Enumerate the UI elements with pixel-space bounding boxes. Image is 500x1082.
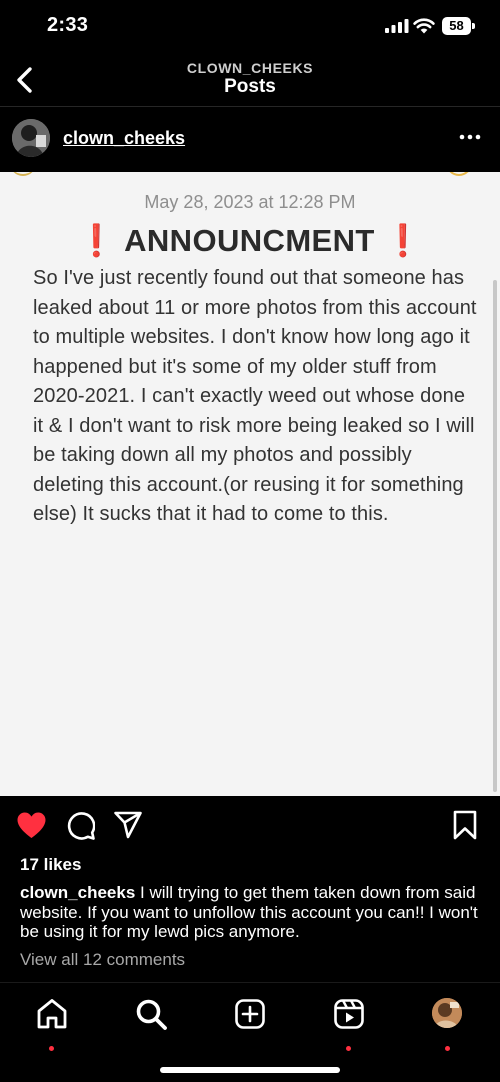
search-icon	[136, 999, 167, 1030]
tab-reels[interactable]	[332, 997, 366, 1051]
create-icon	[235, 999, 265, 1029]
announcement-title: ❗ ANNOUNCMENT ❗	[0, 222, 500, 259]
avatar-photo	[12, 119, 50, 157]
avatar[interactable]	[12, 119, 50, 157]
battery-level: 58	[442, 17, 471, 35]
exclamation-icon: ❗	[383, 223, 423, 258]
bottom-tab-bar	[0, 982, 500, 1082]
more-horizontal-icon	[459, 134, 481, 140]
reels-icon	[334, 999, 364, 1029]
header-username: CLOWN_CHEEKS	[186, 60, 314, 76]
battery-icon: 58	[442, 17, 476, 35]
home-indicator	[160, 1067, 340, 1073]
save-button[interactable]	[453, 810, 477, 840]
decorative-arc	[10, 172, 36, 176]
battery-tip	[472, 23, 475, 29]
reels-notification-dot	[346, 1046, 351, 1051]
post-image-date: May 28, 2023 at 12:28 PM	[144, 192, 356, 212]
home-notification-dot	[49, 1046, 54, 1051]
view-comments-link[interactable]: View all 12 comments	[20, 950, 185, 970]
heart-filled-icon	[17, 812, 46, 838]
tab-search[interactable]	[134, 997, 168, 1031]
header-divider	[0, 106, 500, 107]
comment-button[interactable]	[66, 811, 95, 840]
send-icon	[114, 811, 142, 839]
tab-home[interactable]	[35, 997, 69, 1051]
post-username[interactable]: clown_cheeks	[63, 128, 185, 149]
profile-avatar	[432, 998, 462, 1028]
exclamation-icon: ❗	[77, 223, 117, 258]
wifi-icon	[413, 18, 435, 34]
announcement-body: So I've just recently found out that som…	[33, 267, 477, 525]
image-scroll-indicator	[493, 280, 497, 792]
announcement-title-text: ANNOUNCMENT	[124, 223, 375, 258]
post-caption: clown_cheeks I will trying to get them t…	[20, 883, 485, 942]
cellular-signal-icon	[385, 19, 409, 33]
share-button[interactable]	[114, 811, 142, 839]
home-icon	[37, 999, 67, 1029]
post-image[interactable]: May 28, 2023 at 12:28 PM ❗ ANNOUNCMENT ❗…	[0, 172, 500, 796]
caption-username[interactable]: clown_cheeks	[20, 883, 135, 902]
decorative-emoji-edge	[446, 172, 472, 176]
status-time: 2:33	[47, 14, 89, 36]
comment-icon	[67, 812, 95, 840]
tab-create[interactable]	[233, 997, 267, 1031]
more-options-button[interactable]	[452, 127, 488, 147]
profile-notification-dot	[445, 1046, 450, 1051]
tab-profile[interactable]	[431, 997, 465, 1051]
like-button[interactable]	[16, 811, 47, 839]
likes-count[interactable]: 17 likes	[20, 855, 81, 875]
page-title: Posts	[224, 76, 276, 97]
bookmark-icon	[453, 810, 477, 840]
